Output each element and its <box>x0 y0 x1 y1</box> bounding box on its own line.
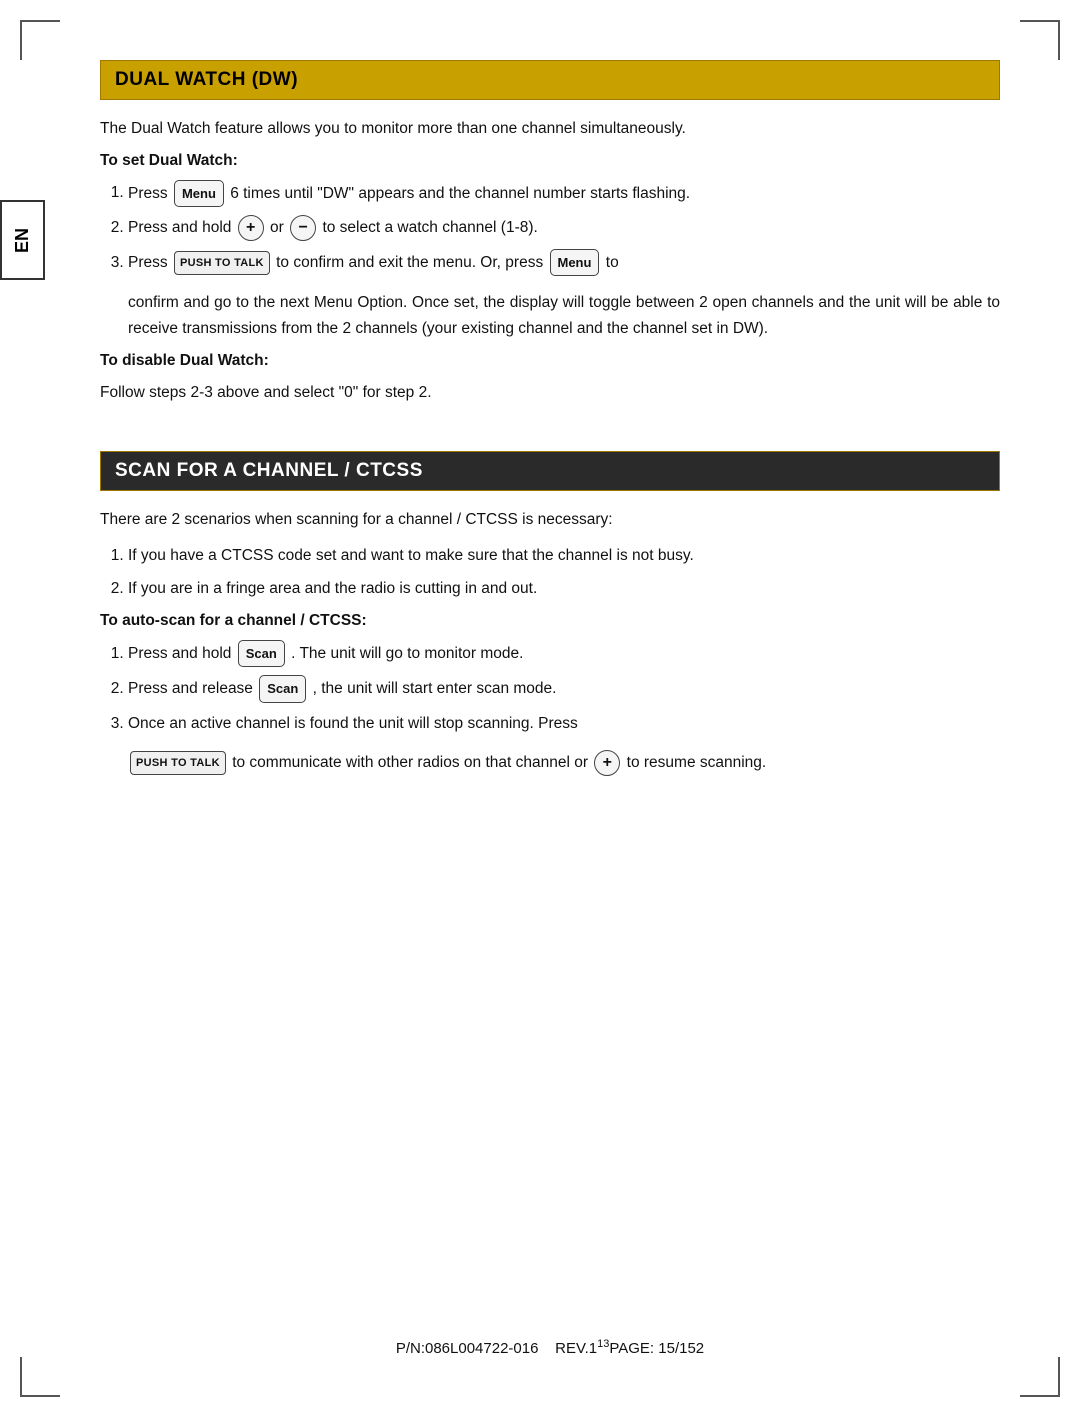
scan-button-step2[interactable]: Scan <box>259 675 306 702</box>
dual-watch-steps: Press Menu 6 times until "DW" appears an… <box>128 180 1000 277</box>
auto-step3-continuation: PUSH TO TALK to communicate with other r… <box>128 750 1000 776</box>
minus-button-step2[interactable]: − <box>290 215 316 241</box>
step3-text-before: Press <box>128 254 172 271</box>
disable-dual-watch-heading: To disable Dual Watch: <box>100 352 1000 370</box>
step-2: Press and hold + or − to select a watch … <box>128 215 1000 241</box>
dual-watch-section: DUAL WATCH (DW) The Dual Watch feature a… <box>100 60 1000 427</box>
page-footer: P/N:086L004722-016 REV.113PAGE: 15/152 <box>100 1318 1000 1357</box>
scan-intro: There are 2 scenarios when scanning for … <box>100 507 1000 533</box>
dual-watch-header: DUAL WATCH (DW) <box>100 60 1000 100</box>
page: EN DUAL WATCH (DW) The Dual Watch featur… <box>0 0 1080 1417</box>
auto-step3-after: to resume scanning. <box>627 754 767 771</box>
push-to-talk-button-step3[interactable]: PUSH TO TALK <box>174 251 270 275</box>
corner-bl <box>20 1357 60 1397</box>
corner-tr <box>1020 20 1060 60</box>
step1-text-after: 6 times until "DW" appears and the chann… <box>230 184 690 201</box>
scan-button-step1[interactable]: Scan <box>238 640 285 667</box>
auto-scan-heading: To auto-scan for a channel / CTCSS: <box>100 612 1000 630</box>
auto-step1-after: . The unit will go to monitor mode. <box>291 645 523 662</box>
step2-text-before: Press and hold <box>128 219 236 236</box>
auto-scan-step-2: Press and release Scan , the unit will s… <box>128 675 1000 702</box>
step-1: Press Menu 6 times until "DW" appears an… <box>128 180 1000 207</box>
dual-watch-intro: The Dual Watch feature allows you to mon… <box>100 116 1000 142</box>
menu-button-step3[interactable]: Menu <box>550 249 600 276</box>
menu-button-step1[interactable]: Menu <box>174 180 224 207</box>
step3-text-after: to <box>606 254 619 271</box>
step2-text-after: to select a watch channel (1-8). <box>322 219 537 236</box>
auto-step2-after: , the unit will start enter scan mode. <box>313 680 557 697</box>
scenario-2: If you are in a fringe area and the radi… <box>128 576 1000 602</box>
main-content: DUAL WATCH (DW) The Dual Watch feature a… <box>100 60 1000 1357</box>
corner-tl <box>20 20 60 60</box>
step2-connector: or <box>270 219 288 236</box>
push-to-talk-button-scan[interactable]: PUSH TO TALK <box>130 751 226 775</box>
set-dual-watch-heading: To set Dual Watch: <box>100 152 1000 170</box>
disable-dual-watch-text: Follow steps 2-3 above and select "0" fo… <box>100 380 1000 406</box>
language-tab: EN <box>0 200 45 280</box>
step-3: Press PUSH TO TALK to confirm and exit t… <box>128 249 1000 276</box>
auto-step1-before: Press and hold <box>128 645 236 662</box>
corner-br <box>1020 1357 1060 1397</box>
scan-header: SCAN FOR A CHANNEL / CTCSS <box>100 451 1000 491</box>
auto-step2-before: Press and release <box>128 680 257 697</box>
part-number: P/N:086L004722-016 <box>396 1340 539 1357</box>
auto-step3-mid: to communicate with other radios on that… <box>232 754 592 771</box>
scenario-1: If you have a CTCSS code set and want to… <box>128 543 1000 569</box>
auto-step3-before: Once an active channel is found the unit… <box>128 715 578 732</box>
scan-scenarios: If you have a CTCSS code set and want to… <box>128 543 1000 602</box>
revision: REV.113PAGE: 15/152 <box>555 1340 704 1357</box>
auto-scan-step-3: Once an active channel is found the unit… <box>128 711 1000 737</box>
auto-scan-steps: Press and hold Scan . The unit will go t… <box>128 640 1000 736</box>
plus-button-scan[interactable]: + <box>594 750 620 776</box>
page-superscript: 13 <box>597 1338 609 1350</box>
auto-scan-step-1: Press and hold Scan . The unit will go t… <box>128 640 1000 667</box>
step3-continuation: confirm and go to the next Menu Option. … <box>128 290 1000 341</box>
plus-button-step2[interactable]: + <box>238 215 264 241</box>
step3-text-mid: to confirm and exit the menu. Or, press <box>276 254 547 271</box>
step1-text-before: Press <box>128 184 172 201</box>
scan-section: SCAN FOR A CHANNEL / CTCSS There are 2 s… <box>100 451 1000 786</box>
